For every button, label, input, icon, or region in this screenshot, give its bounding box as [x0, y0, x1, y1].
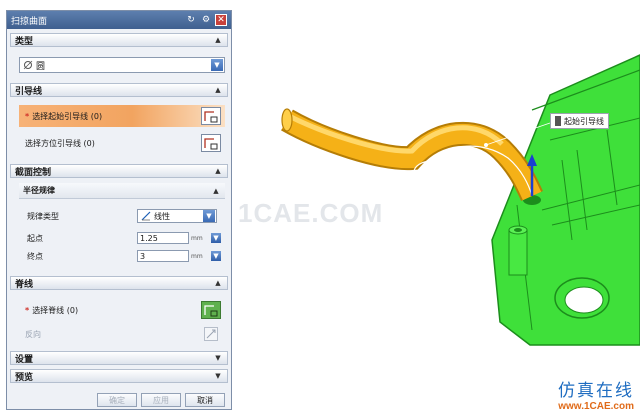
start-label: 起点	[27, 233, 43, 243]
curve-select-icon[interactable]	[201, 134, 221, 152]
chevron-up-icon[interactable]: ▲	[213, 278, 223, 288]
select-spine-row[interactable]: * 选择脊线 (0)	[19, 299, 225, 321]
section-guide[interactable]: 引导线 ▲	[10, 83, 228, 97]
section-spine[interactable]: 脊线 ▲	[10, 276, 228, 290]
dialog-title-bar: 扫掠曲面 ↻ ⚙ ✕	[7, 11, 231, 29]
brand-name: 仿真在线	[558, 381, 634, 401]
section-type-label: 类型	[15, 36, 34, 47]
chevron-up-icon[interactable]: ▲	[213, 166, 223, 176]
value-option-icon[interactable]: ▼	[211, 233, 221, 243]
dialog-title: 扫掠曲面	[11, 16, 48, 27]
end-value-input[interactable]: 3	[137, 250, 189, 262]
radius-law-title: 半径规律	[23, 186, 55, 195]
cancel-button[interactable]: 取消	[185, 393, 225, 407]
required-marker: *	[25, 111, 30, 121]
radius-law-subsection[interactable]: 半径规律 ▲	[19, 183, 225, 199]
start-guide-callout-label: 起始引导线	[564, 116, 604, 126]
law-type-value: 线性	[154, 211, 170, 221]
section-type[interactable]: 类型 ▲	[10, 33, 228, 47]
end-label: 终点	[27, 251, 43, 261]
apply-button[interactable]: 应用	[141, 393, 181, 407]
section-preview-label: 预览	[15, 372, 34, 383]
law-type-label: 规律类型	[27, 211, 59, 221]
start-value-field: 起点 1.25 mm ▼	[27, 230, 225, 246]
required-marker: *	[25, 305, 30, 315]
brand-logo: 仿真在线 www.1CAE.com	[534, 376, 634, 412]
select-start-guide-label: 选择起始引导线 (0)	[32, 111, 103, 121]
type-dropdown[interactable]: 圆 ▼	[19, 57, 225, 73]
section-section-control[interactable]: 截面控制 ▲	[10, 164, 228, 178]
chevron-down-icon[interactable]: ▼	[211, 59, 223, 71]
callout-marker-icon	[555, 116, 561, 126]
chevron-up-icon[interactable]: ▲	[211, 186, 221, 196]
chevron-down-icon[interactable]: ▼	[213, 353, 223, 363]
gear-icon[interactable]: ⚙	[200, 14, 212, 26]
type-dropdown-value: 圆	[36, 61, 46, 72]
circle-type-icon	[23, 60, 33, 70]
reverse-row: 反向	[19, 323, 225, 345]
start-guide-callout: 起始引导线	[550, 113, 609, 129]
ok-button[interactable]: 确定	[97, 393, 137, 407]
chevron-down-icon[interactable]: ▼	[203, 210, 215, 222]
start-value-input[interactable]: 1.25	[137, 232, 189, 244]
start-unit: mm	[191, 234, 203, 242]
chevron-up-icon[interactable]: ▲	[213, 85, 223, 95]
select-spine-label: 选择脊线 (0)	[32, 305, 79, 315]
section-guide-label: 引导线	[15, 86, 43, 97]
section-preview[interactable]: 预览 ▼	[10, 369, 228, 383]
model-viewport[interactable]	[232, 0, 640, 420]
law-type-dropdown[interactable]: 线性 ▼	[137, 209, 217, 223]
section-control-label: 截面控制	[15, 167, 52, 178]
chevron-down-icon[interactable]: ▼	[213, 371, 223, 381]
chevron-up-icon[interactable]: ▲	[213, 35, 223, 45]
reset-icon[interactable]: ↻	[185, 14, 197, 26]
section-settings[interactable]: 设置 ▼	[10, 351, 228, 365]
brand-url: www.1CAE.com	[558, 401, 634, 412]
green-part	[491, 54, 640, 346]
dialog-footer: 确定 应用 取消	[7, 391, 231, 409]
reverse-direction-icon	[204, 327, 218, 341]
select-start-guide-row[interactable]: * 选择起始引导线 (0)	[19, 105, 225, 127]
linear-law-icon	[141, 211, 151, 221]
select-orient-guide-label: 选择方位引导线 (0)	[25, 138, 95, 148]
close-icon[interactable]: ✕	[215, 14, 227, 26]
curve-select-icon[interactable]	[201, 301, 221, 319]
section-spine-label: 脊线	[15, 279, 34, 290]
section-settings-label: 设置	[15, 354, 34, 365]
sweep-dialog: 扫掠曲面 ↻ ⚙ ✕ 类型 ▲ 圆 ▼ 引导线 ▲ * 选择起始引导线 (0) …	[6, 10, 232, 410]
curve-select-icon[interactable]	[201, 107, 221, 125]
swept-pipe	[281, 108, 543, 201]
law-type-field: 规律类型 线性 ▼	[27, 208, 225, 224]
end-unit: mm	[191, 252, 203, 260]
reverse-label: 反向	[25, 329, 41, 339]
end-value-field: 终点 3 mm ▼	[27, 248, 225, 264]
value-option-icon[interactable]: ▼	[211, 251, 221, 261]
select-orient-guide-row[interactable]: 选择方位引导线 (0)	[19, 132, 225, 154]
